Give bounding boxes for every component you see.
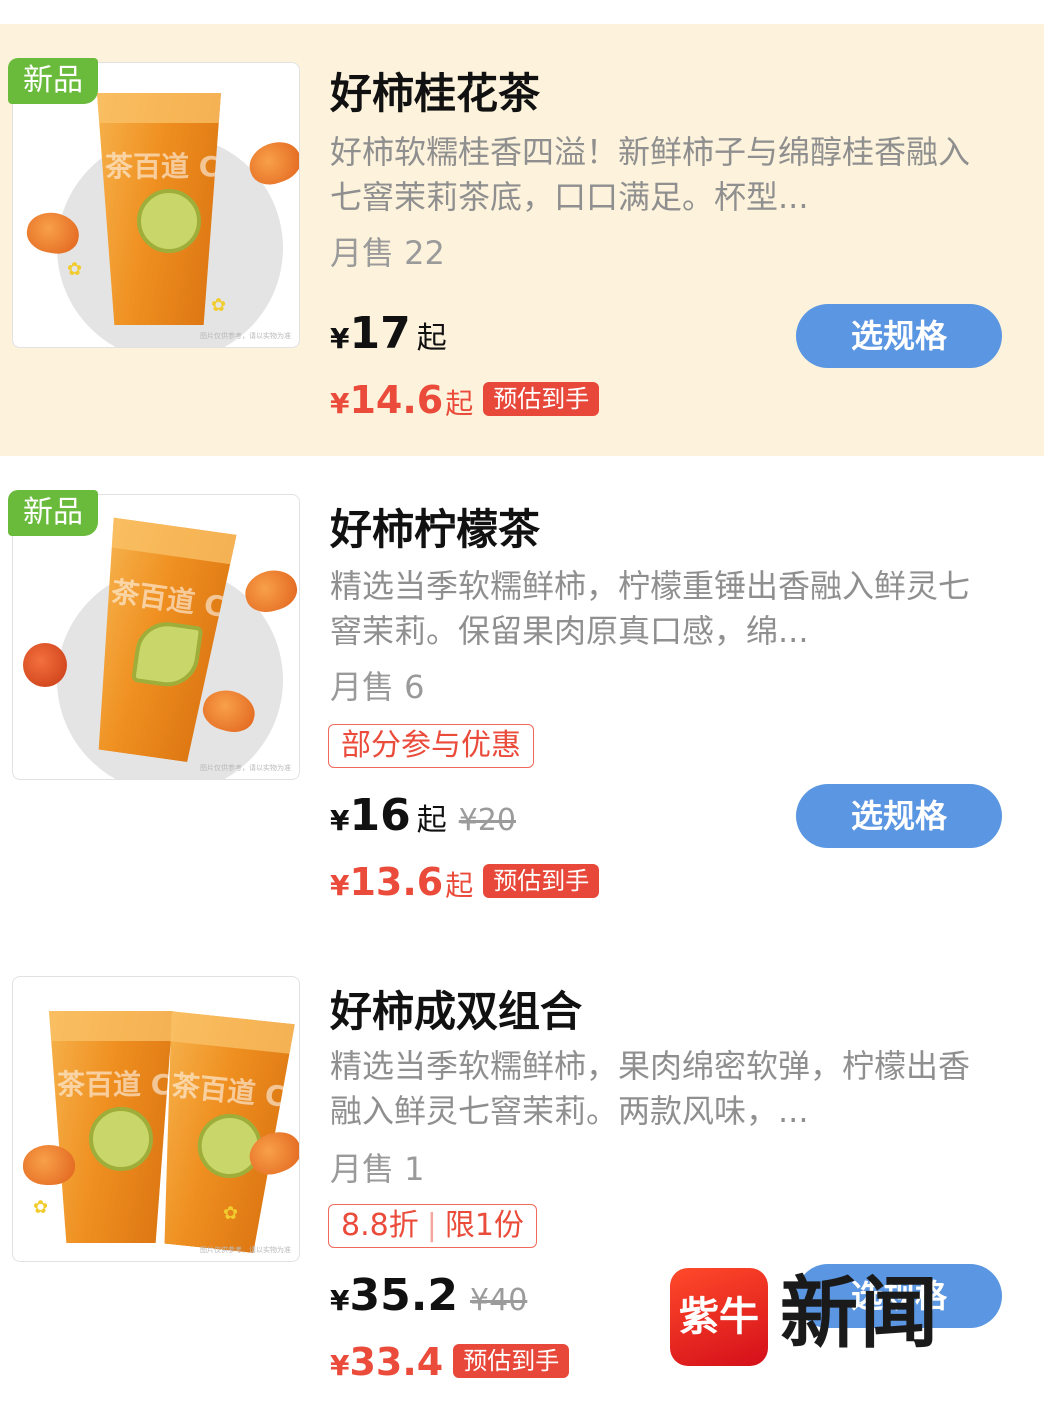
product-title[interactable]: 好柿柠檬茶	[330, 496, 540, 557]
product-card[interactable]: 茶百道 Cha ✿ ✿ 图片仅供参考，请以实物为准 新品 好柿桂花茶 好柿软糯桂…	[0, 24, 1044, 456]
product-image[interactable]: 茶百道 Cha ✿ ✿ 图片仅供参考，请以实物为准	[12, 62, 300, 348]
product-image[interactable]: 茶百道 Cha 图片仅供参考，请以实物为准	[12, 494, 300, 780]
promo-tag: 部分参与优惠	[328, 724, 534, 768]
image-disclaimer: 图片仅供参考，请以实物为准	[200, 1246, 291, 1254]
image-disclaimer: 图片仅供参考，请以实物为准	[200, 332, 291, 340]
price: ¥17 起	[330, 308, 447, 359]
original-price: ¥20	[458, 803, 516, 838]
product-title[interactable]: 好柿成双组合	[330, 978, 582, 1039]
promo-tag: 8.8折 | 限1份	[328, 1204, 537, 1248]
original-price: ¥40	[470, 1283, 528, 1318]
image-disclaimer: 图片仅供参考，请以实物为准	[200, 764, 291, 772]
product-image[interactable]: 茶百道 Cha 茶百道 Cha ✿ ✿ 图片仅供参考，请以实物为准	[12, 976, 300, 1262]
estimated-price-tag: 预估到手	[453, 1344, 570, 1378]
monthly-sales: 月售 6	[330, 668, 425, 706]
watermark-text: 新闻	[780, 1268, 941, 1359]
price: ¥35.2 ¥40	[330, 1270, 528, 1321]
product-description: 精选当季软糯鲜柿，果肉绵密软弹，柠檬出香融入鲜灵七窨茉莉。两款风味，...	[330, 1047, 971, 1130]
estimated-price: ¥13.6起 预估到手	[330, 860, 600, 904]
limit-label: 限1份	[444, 1208, 524, 1243]
product-description: 好柿软糯桂香四溢！新鲜柿子与绵醇桂香融入七窨茉莉茶底，口口满足。杯型...	[330, 133, 971, 216]
estimated-price-tag: 预估到手	[483, 864, 600, 898]
news-watermark: 紫牛 新闻	[670, 1268, 982, 1368]
product-description: 精选当季软糯鲜柿，柠檬重锤出香融入鲜灵七窨茉莉。保留果肉原真口感，绵...	[330, 567, 971, 650]
discount-label: 8.8折	[341, 1208, 419, 1243]
estimated-price-tag: 预估到手	[483, 382, 600, 416]
monthly-sales: 月售 1	[330, 1150, 425, 1188]
estimated-price: ¥33.4 预估到手	[330, 1340, 570, 1384]
product-card[interactable]: 茶百道 Cha 图片仅供参考，请以实物为准 新品 好柿柠檬茶 精选当季软糯鲜柿，…	[0, 456, 1044, 936]
watermark-logo: 紫牛	[670, 1268, 768, 1366]
estimated-price: ¥14.6起 预估到手	[330, 378, 600, 422]
new-badge: 新品	[8, 58, 98, 104]
product-title[interactable]: 好柿桂花茶	[330, 60, 540, 121]
select-spec-button[interactable]: 选规格	[796, 304, 1002, 368]
select-spec-button[interactable]: 选规格	[796, 784, 1002, 848]
new-badge: 新品	[8, 490, 98, 536]
monthly-sales: 月售 22	[330, 234, 445, 272]
price: ¥16 起 ¥20	[330, 790, 516, 841]
